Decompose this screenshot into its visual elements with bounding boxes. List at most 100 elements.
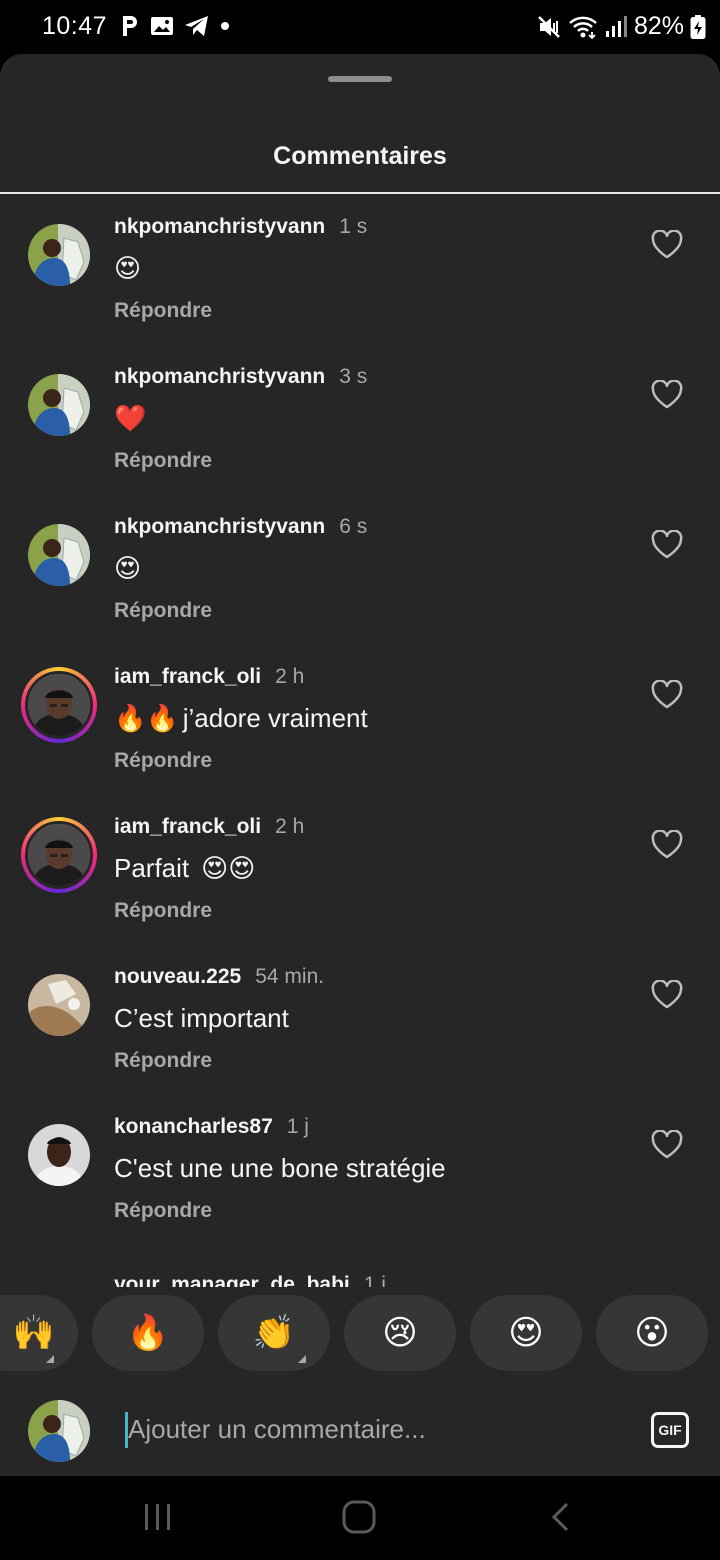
battery-icon — [690, 14, 706, 39]
recent-apps-icon[interactable] — [140, 1500, 176, 1534]
signal-icon — [605, 15, 627, 37]
reaction-emoji: 😍 — [508, 1314, 544, 1352]
p-icon — [123, 16, 137, 36]
heart-icon[interactable] — [650, 380, 684, 410]
reaction-crying-button[interactable]: 😢 — [344, 1295, 456, 1371]
comment-text: 🔥🔥 j’adore vraiment — [114, 703, 368, 734]
comment-item: iam_franck_oli 2 h 🔥🔥 j’adore vraiment R… — [0, 645, 720, 795]
comment-username[interactable]: nkpomanchristyvann — [114, 215, 325, 239]
battery-percent: 82% — [633, 12, 684, 40]
reply-button[interactable]: Répondre — [114, 449, 212, 473]
avatar[interactable] — [28, 524, 90, 586]
comment-emoji: 😍😍 — [201, 853, 256, 883]
variant-indicator-icon — [298, 1355, 306, 1363]
comment-username[interactable]: konancharles87 — [114, 1115, 273, 1139]
comment-body: j’adore vraiment — [182, 703, 368, 733]
comment-time: 2 h — [275, 815, 305, 838]
avatar[interactable] — [28, 374, 90, 436]
heart-icon[interactable] — [650, 680, 684, 710]
comment-username[interactable]: nkpomanchristyvann — [114, 515, 325, 539]
avatar[interactable] — [28, 224, 90, 286]
reaction-fire-button[interactable]: 🔥 — [92, 1295, 204, 1371]
back-icon[interactable] — [546, 1500, 576, 1534]
comment-item: nkpomanchristyvann 6 s 😍 Répondre — [0, 495, 720, 645]
comment-text: C'est une une bone stratégie — [114, 1153, 446, 1184]
comment-emoji: 😍 — [114, 553, 142, 583]
heart-icon[interactable] — [650, 230, 684, 260]
comment-time: 1 j — [363, 1273, 386, 1287]
home-icon[interactable] — [340, 1498, 378, 1536]
heart-icon[interactable] — [650, 1130, 684, 1160]
comment-input-bar: GIF — [0, 1383, 720, 1476]
comment-time: 1 s — [339, 215, 368, 238]
reaction-emoji: 🔥 — [126, 1314, 170, 1352]
avatar-story-ring[interactable] — [21, 817, 97, 893]
comment-item-partial: your_manager_de_babi 1 j — [0, 1267, 720, 1287]
comment-item: nkpomanchristyvann 3 s ❤️ Répondre — [0, 345, 720, 495]
reply-button[interactable]: Répondre — [114, 1049, 212, 1073]
reaction-emoji: 🙌 — [12, 1314, 56, 1352]
divider — [0, 192, 720, 194]
reply-button[interactable]: Répondre — [114, 299, 212, 323]
quick-reactions-bar: 🙌 🔥 👏 😢 😍 😮 — [0, 1295, 720, 1373]
comment-body: Parfait — [114, 853, 190, 883]
reaction-heart-eyes-button[interactable]: 😍 — [470, 1295, 582, 1371]
comment-item: nkpomanchristyvann 1 s 😍 Répondre — [0, 195, 720, 345]
telegram-icon — [185, 16, 208, 36]
heart-icon[interactable] — [650, 980, 684, 1010]
avatar[interactable] — [28, 1124, 90, 1186]
mute-icon — [538, 15, 560, 38]
reaction-clap-button[interactable]: 👏 — [218, 1295, 330, 1371]
comment-list[interactable]: nkpomanchristyvann 1 s 😍 Répondre nkpoma… — [0, 195, 720, 1295]
sheet-title: Commentaires — [273, 142, 447, 170]
notification-icons — [120, 14, 230, 38]
current-user-avatar — [28, 1400, 90, 1462]
variant-indicator-icon — [46, 1355, 54, 1363]
avatar[interactable] — [28, 974, 90, 1036]
system-icons: 82% — [536, 12, 706, 41]
comment-text: C’est important — [114, 1003, 289, 1034]
comment-username[interactable]: iam_franck_oli — [114, 815, 261, 839]
dot-icon — [221, 22, 229, 30]
comment-emoji: 🔥🔥 — [114, 703, 179, 733]
comment-text: ❤️ — [114, 403, 150, 434]
status-bar: 10:47 82% — [0, 0, 720, 54]
avatar-story-ring[interactable] — [21, 667, 97, 743]
comment-item: iam_franck_oli 2 h Parfait 😍😍 Répondre — [0, 795, 720, 945]
comment-emoji: 😍 — [114, 253, 142, 283]
reply-button[interactable]: Répondre — [114, 749, 212, 773]
comment-username[interactable]: nouveau.225 — [114, 965, 241, 989]
comment-time: 6 s — [339, 515, 368, 538]
comment-time: 1 j — [286, 1115, 309, 1138]
comment-username[interactable]: your_manager_de_babi — [114, 1273, 350, 1287]
comment-time: 54 min. — [255, 965, 325, 988]
image-icon — [151, 17, 173, 35]
reply-button[interactable]: Répondre — [114, 1199, 212, 1223]
system-nav-bar — [0, 1476, 720, 1560]
reaction-surprised-button[interactable]: 😮 — [596, 1295, 708, 1371]
comment-item: konancharles87 1 j C'est une une bone st… — [0, 1095, 720, 1245]
wifi-icon — [569, 16, 597, 39]
comment-body: C’est important — [114, 1003, 289, 1033]
reply-button[interactable]: Répondre — [114, 899, 212, 923]
reaction-emoji: 😮 — [634, 1314, 670, 1352]
comment-text: 😍 — [114, 253, 145, 284]
comment-text: Parfait 😍😍 — [114, 853, 255, 884]
comment-time: 2 h — [275, 665, 305, 688]
reaction-emoji: 😢 — [382, 1314, 418, 1352]
comment-body: C'est une une bone stratégie — [114, 1153, 446, 1183]
comment-username[interactable]: nkpomanchristyvann — [114, 365, 325, 389]
comment-item: nouveau.225 54 min. C’est important Répo… — [0, 945, 720, 1095]
status-time: 10:47 — [42, 12, 108, 40]
comment-emoji: ❤️ — [114, 403, 147, 433]
comment-username[interactable]: iam_franck_oli — [114, 665, 261, 689]
gif-button[interactable]: GIF — [651, 1412, 689, 1448]
reply-button[interactable]: Répondre — [114, 599, 212, 623]
reaction-emoji: 👏 — [252, 1314, 296, 1352]
heart-icon[interactable] — [650, 830, 684, 860]
reaction-raised-hands-button[interactable]: 🙌 — [0, 1295, 78, 1371]
drag-handle[interactable] — [328, 76, 392, 82]
comment-time: 3 s — [339, 365, 368, 388]
comment-input[interactable] — [128, 1414, 608, 1445]
heart-icon[interactable] — [650, 530, 684, 560]
